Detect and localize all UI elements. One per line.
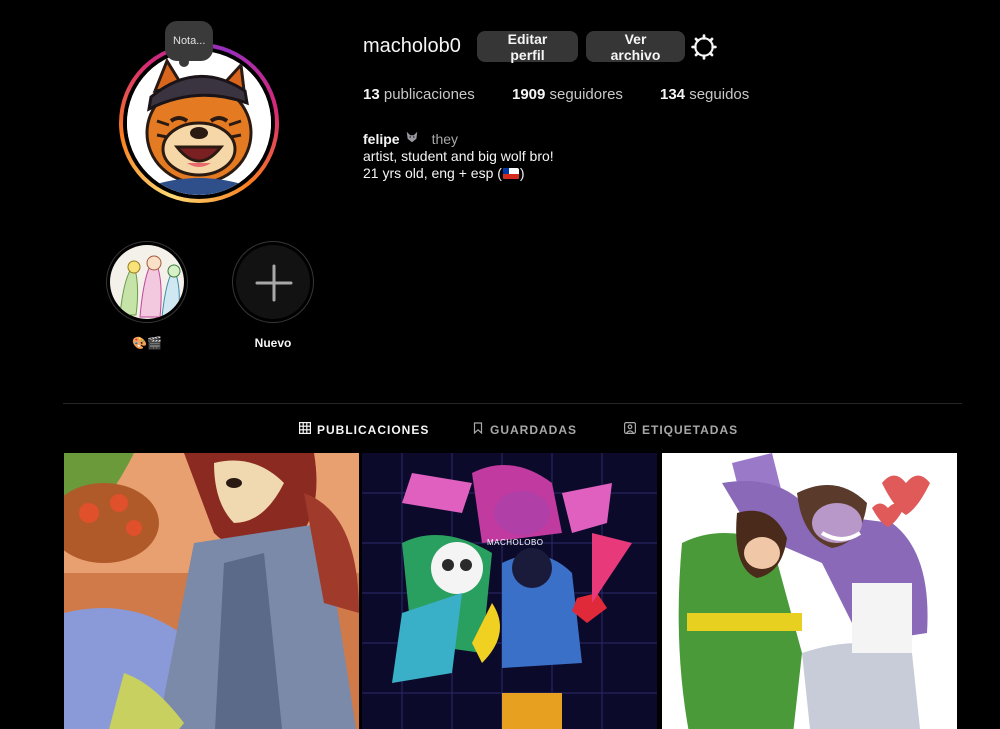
tab-saved-label: GUARDADAS xyxy=(490,422,577,437)
tag-icon xyxy=(624,422,637,437)
bio-line-1: artist, student and big wolf bro! xyxy=(363,148,554,164)
posts-count: 13 xyxy=(363,86,380,103)
posts-label: publicaciones xyxy=(383,86,475,103)
tab-posts[interactable]: PUBLICACIONES xyxy=(299,422,429,437)
profile-avatar[interactable] xyxy=(119,43,279,203)
followers-count: 1909 xyxy=(512,86,546,103)
followers-label: seguidores xyxy=(549,86,623,103)
avatar-image xyxy=(127,51,271,195)
display-name: felipe xyxy=(363,130,400,147)
pronouns: they xyxy=(431,130,459,147)
new-highlight-button[interactable] xyxy=(232,241,314,323)
divider xyxy=(63,403,962,404)
plus-icon xyxy=(236,245,310,319)
following-count: 134 xyxy=(660,86,686,103)
note-bubble[interactable]: Nota... xyxy=(165,21,214,67)
wolf-icon xyxy=(405,130,419,147)
grid-icon xyxy=(299,422,312,437)
bio-name-row: felipe they xyxy=(363,130,458,147)
chile-flag-icon xyxy=(502,168,519,179)
post-thumbnail[interactable] xyxy=(64,453,359,729)
following-stat[interactable]: 134 seguidos xyxy=(660,86,749,103)
gear-icon[interactable] xyxy=(691,34,717,60)
bio-line-2-suffix: ) xyxy=(519,165,525,181)
new-highlight-label: Nuevo xyxy=(254,336,292,350)
post-thumbnail[interactable] xyxy=(662,453,957,729)
post-thumbnail[interactable]: MACHOLOBO xyxy=(362,453,657,729)
followers-stat[interactable]: 1909 seguidores xyxy=(512,86,623,103)
posts-stat: 13 publicaciones xyxy=(363,86,475,103)
edit-profile-button[interactable]: Editar perfil xyxy=(477,31,578,63)
tab-posts-label: PUBLICACIONES xyxy=(317,422,430,437)
highlight-label: 🎨🎬 xyxy=(132,336,162,350)
view-archive-button[interactable]: Ver archivo xyxy=(586,31,685,63)
note-text: Nota... xyxy=(173,35,206,47)
username: macholob0 xyxy=(363,35,461,57)
following-label: seguidos xyxy=(689,86,750,103)
tab-saved[interactable]: GUARDADAS xyxy=(472,422,577,437)
bookmark-icon xyxy=(472,422,484,437)
tab-tagged-label: ETIQUETADAS xyxy=(642,422,739,437)
highlight-story[interactable] xyxy=(106,241,188,323)
bio-line-2: 21 yrs old, eng + esp () xyxy=(363,165,525,181)
post-watermark: MACHOLOBO xyxy=(487,538,544,547)
bio-line-2-text: 21 yrs old, eng + esp ( xyxy=(363,165,502,181)
tab-tagged[interactable]: ETIQUETADAS xyxy=(624,422,738,437)
highlight-thumbnail xyxy=(110,245,184,319)
